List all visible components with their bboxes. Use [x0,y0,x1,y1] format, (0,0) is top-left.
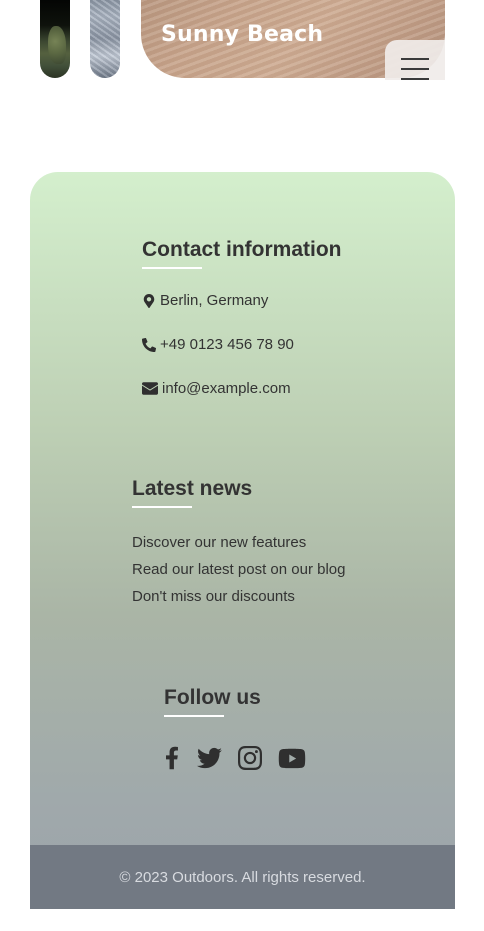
instagram-link[interactable] [238,744,262,772]
copyright-text: © 2023 Outdoors. All rights reserved. [119,868,366,886]
title-underline [164,715,224,717]
news-link-discounts[interactable]: Don't miss our discounts [132,588,295,605]
phone-text: +49 0123 456 78 90 [160,336,294,353]
copyright-bar: © 2023 Outdoors. All rights reserved. [30,845,455,909]
instagram-icon [238,746,262,770]
title-underline [142,267,202,269]
hamburger-menu-icon [401,58,429,60]
youtube-link[interactable] [277,744,307,772]
phone-icon [142,337,156,352]
twitter-icon [196,747,222,769]
news-title: Latest news [132,477,253,500]
hamburger-bar [401,68,429,70]
pebbles-thumbnail[interactable] [90,0,120,78]
footer: Contact information Berlin, Germany +49 … [30,172,455,909]
facebook-icon [166,746,178,770]
facebook-link[interactable] [162,744,182,772]
contact-phone[interactable]: +49 0123 456 78 90 [142,336,294,353]
contact-email[interactable]: info@example.com [142,380,291,397]
email-text: info@example.com [162,380,291,397]
follow-title: Follow us [164,686,261,709]
feature-title: Sunny Beach [161,22,324,47]
map-marker-icon [143,293,155,308]
menu-button[interactable] [385,40,445,80]
title-underline [132,506,192,508]
news-link-features[interactable]: Discover our new features [132,534,306,551]
hamburger-bar [401,78,429,80]
contact-address: Berlin, Germany [142,292,268,309]
forest-thumbnail[interactable] [40,0,70,78]
news-link-blog[interactable]: Read our latest post on our blog [132,561,345,578]
contact-title: Contact information [142,238,342,261]
envelope-icon [142,382,158,395]
youtube-icon [278,748,306,768]
address-text: Berlin, Germany [160,292,269,309]
twitter-link[interactable] [196,744,222,772]
